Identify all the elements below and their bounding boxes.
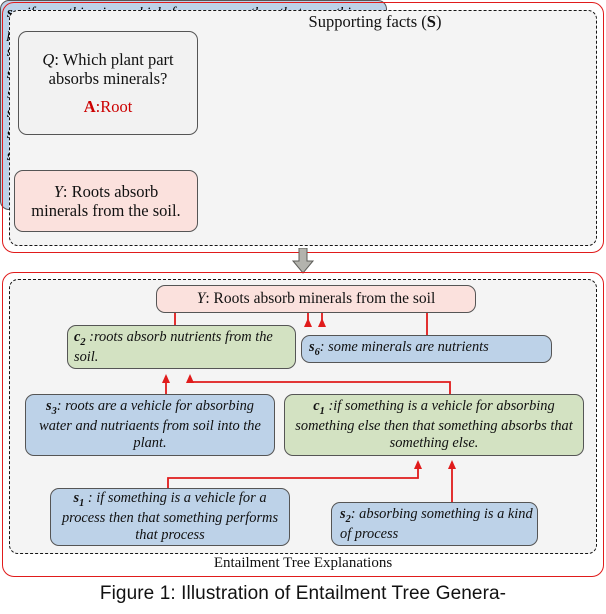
question-line-1: Q: Which plant part: [22, 50, 194, 69]
tree-node-c1-text: :if something is a vehicle for absorbing…: [295, 398, 573, 451]
hypothesis-label: Y: [53, 181, 63, 201]
tree-node-hypothesis: Y: Roots absorb minerals from the soil: [156, 285, 476, 313]
tree-node-s3: s3: roots are a vehicle for absorbing wa…: [25, 394, 275, 456]
tree-node-s3-text: : roots are a vehicle for absorbing wate…: [39, 398, 261, 451]
tree-node-s2-text: : absorbing something is a kind of proce…: [340, 505, 533, 542]
answer-value: :Root: [95, 97, 133, 117]
supporting-facts-title-text: Supporting facts (: [308, 12, 427, 31]
tree-node-s6: s6: some minerals are nutrients: [301, 335, 552, 363]
tree-node-s2-label: s2: [340, 505, 351, 525]
supporting-facts-title: Supporting facts (S): [215, 12, 535, 32]
down-arrow-icon: [291, 248, 315, 274]
tree-node-c1-label: c1: [313, 398, 325, 418]
question-text-1: : Which plant part: [54, 49, 174, 69]
tree-node-s1: s1 : if something is a vehicle for a pro…: [50, 488, 290, 546]
tree-node-hypothesis-text: : Roots absorb minerals from the soil: [205, 290, 436, 308]
question-box: Q: Which plant part absorbs minerals? A:…: [18, 31, 198, 135]
question-line-2: absorbs minerals?: [48, 68, 168, 88]
tree-node-s6-label: s6: [309, 339, 320, 358]
answer-line: A:Root: [22, 97, 194, 116]
tree-node-c2: c2 :roots absorb nutrients from the soil…: [67, 325, 296, 369]
tree-node-s2: s2: absorbing something is a kind of pro…: [331, 502, 538, 546]
tree-node-s1-label: s1: [73, 490, 85, 510]
tree-node-c2-text: :roots absorb nutrients from the soil.: [74, 328, 273, 365]
entailment-tree-caption: Entailment Tree Explanations: [213, 555, 393, 571]
supporting-facts-title-symbol: S: [426, 12, 436, 31]
hypothesis-line-1: Y: Roots absorb: [18, 182, 194, 201]
tree-node-s6-text: : some minerals are nutrients: [319, 339, 489, 356]
hypothesis-line-2: minerals from the soil.: [31, 201, 181, 220]
hypothesis-text-1: : Roots absorb: [62, 181, 159, 201]
figure-caption: Figure 1: Illustration of Entailment Tre…: [99, 583, 507, 604]
tree-node-c1: c1 :if something is a vehicle for absorb…: [284, 394, 584, 456]
question-label: Q: [42, 49, 55, 69]
tree-node-s3-label: s3: [46, 398, 57, 418]
hypothesis-box: Y: Roots absorb minerals from the soil.: [14, 170, 198, 232]
answer-label: A: [83, 97, 96, 117]
tree-node-c2-label: c2: [74, 328, 86, 348]
tree-node-s1-text: : if something is a vehicle for a proces…: [61, 490, 279, 543]
supporting-facts-title-paren: ): [435, 12, 442, 31]
